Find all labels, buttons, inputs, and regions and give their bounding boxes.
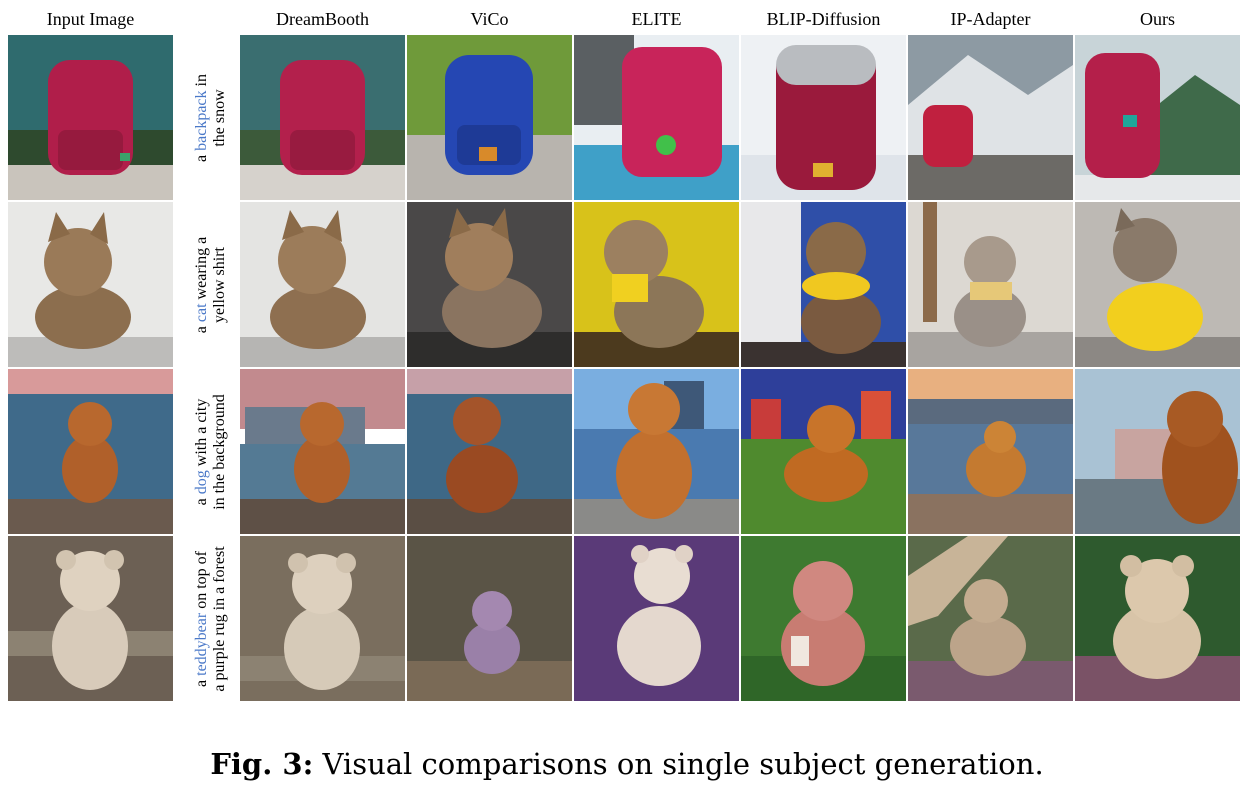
column-header-dreambooth: DreamBooth [276,9,369,29]
image-backpack-ours [1075,35,1240,200]
image-teddybear-ours [1075,536,1240,701]
image-backpack-dreambooth [240,35,405,200]
image-teddybear-dreambooth [240,536,405,701]
image-cat-blip-diffusion [741,202,906,367]
prompt-label-teddybear: a teddybear on top of a purple rug in a … [193,545,228,692]
image-teddybear-vico [407,536,572,701]
image-backpack-ip-adapter [908,35,1073,200]
image-dog-ip-adapter [908,369,1073,534]
column-header-vico: ViCo [470,9,509,29]
image-backpack-vico [407,35,572,200]
prompt-label-cat: a cat wearing a yellow shirt [193,236,228,333]
image-dog-elite [574,369,739,534]
column-header-blip-diffusion: BLIP-Diffusion [766,9,881,29]
image-cat-dreambooth [240,202,405,367]
image-backpack-blip-diffusion [741,35,906,200]
column-header-elite: ELITE [631,9,682,29]
prompt-label-dog: a dog with a city in the background [193,393,228,510]
image-cat-ip-adapter [908,202,1073,367]
image-dog-ours [1075,369,1240,534]
image-cat-ours [1075,202,1240,367]
figure-caption: Fig. 3: Visual comparisons on single sub… [0,744,1254,784]
figure-label: Fig. 3: [210,747,314,781]
image-dog-blip-diffusion [741,369,906,534]
image-dog-dreambooth [240,369,405,534]
image-cat-elite [574,202,739,367]
image-teddybear-blip-diffusion [741,536,906,701]
column-header-ours: Ours [1140,9,1175,29]
image-backpack-input [8,35,173,200]
prompt-label-backpack: a backpack in the snow [193,73,228,162]
image-teddybear-elite [574,536,739,701]
image-teddybear-input [8,536,173,701]
image-cat-input [8,202,173,367]
image-cat-vico [407,202,572,367]
column-header-ip-adapter: IP-Adapter [950,9,1031,29]
image-teddybear-ip-adapter [908,536,1073,701]
column-header-input-image: Input Image [46,9,135,29]
image-backpack-elite [574,35,739,200]
figure-caption-text: Visual comparisons on single subject gen… [313,747,1044,781]
image-dog-vico [407,369,572,534]
image-dog-input [8,369,173,534]
